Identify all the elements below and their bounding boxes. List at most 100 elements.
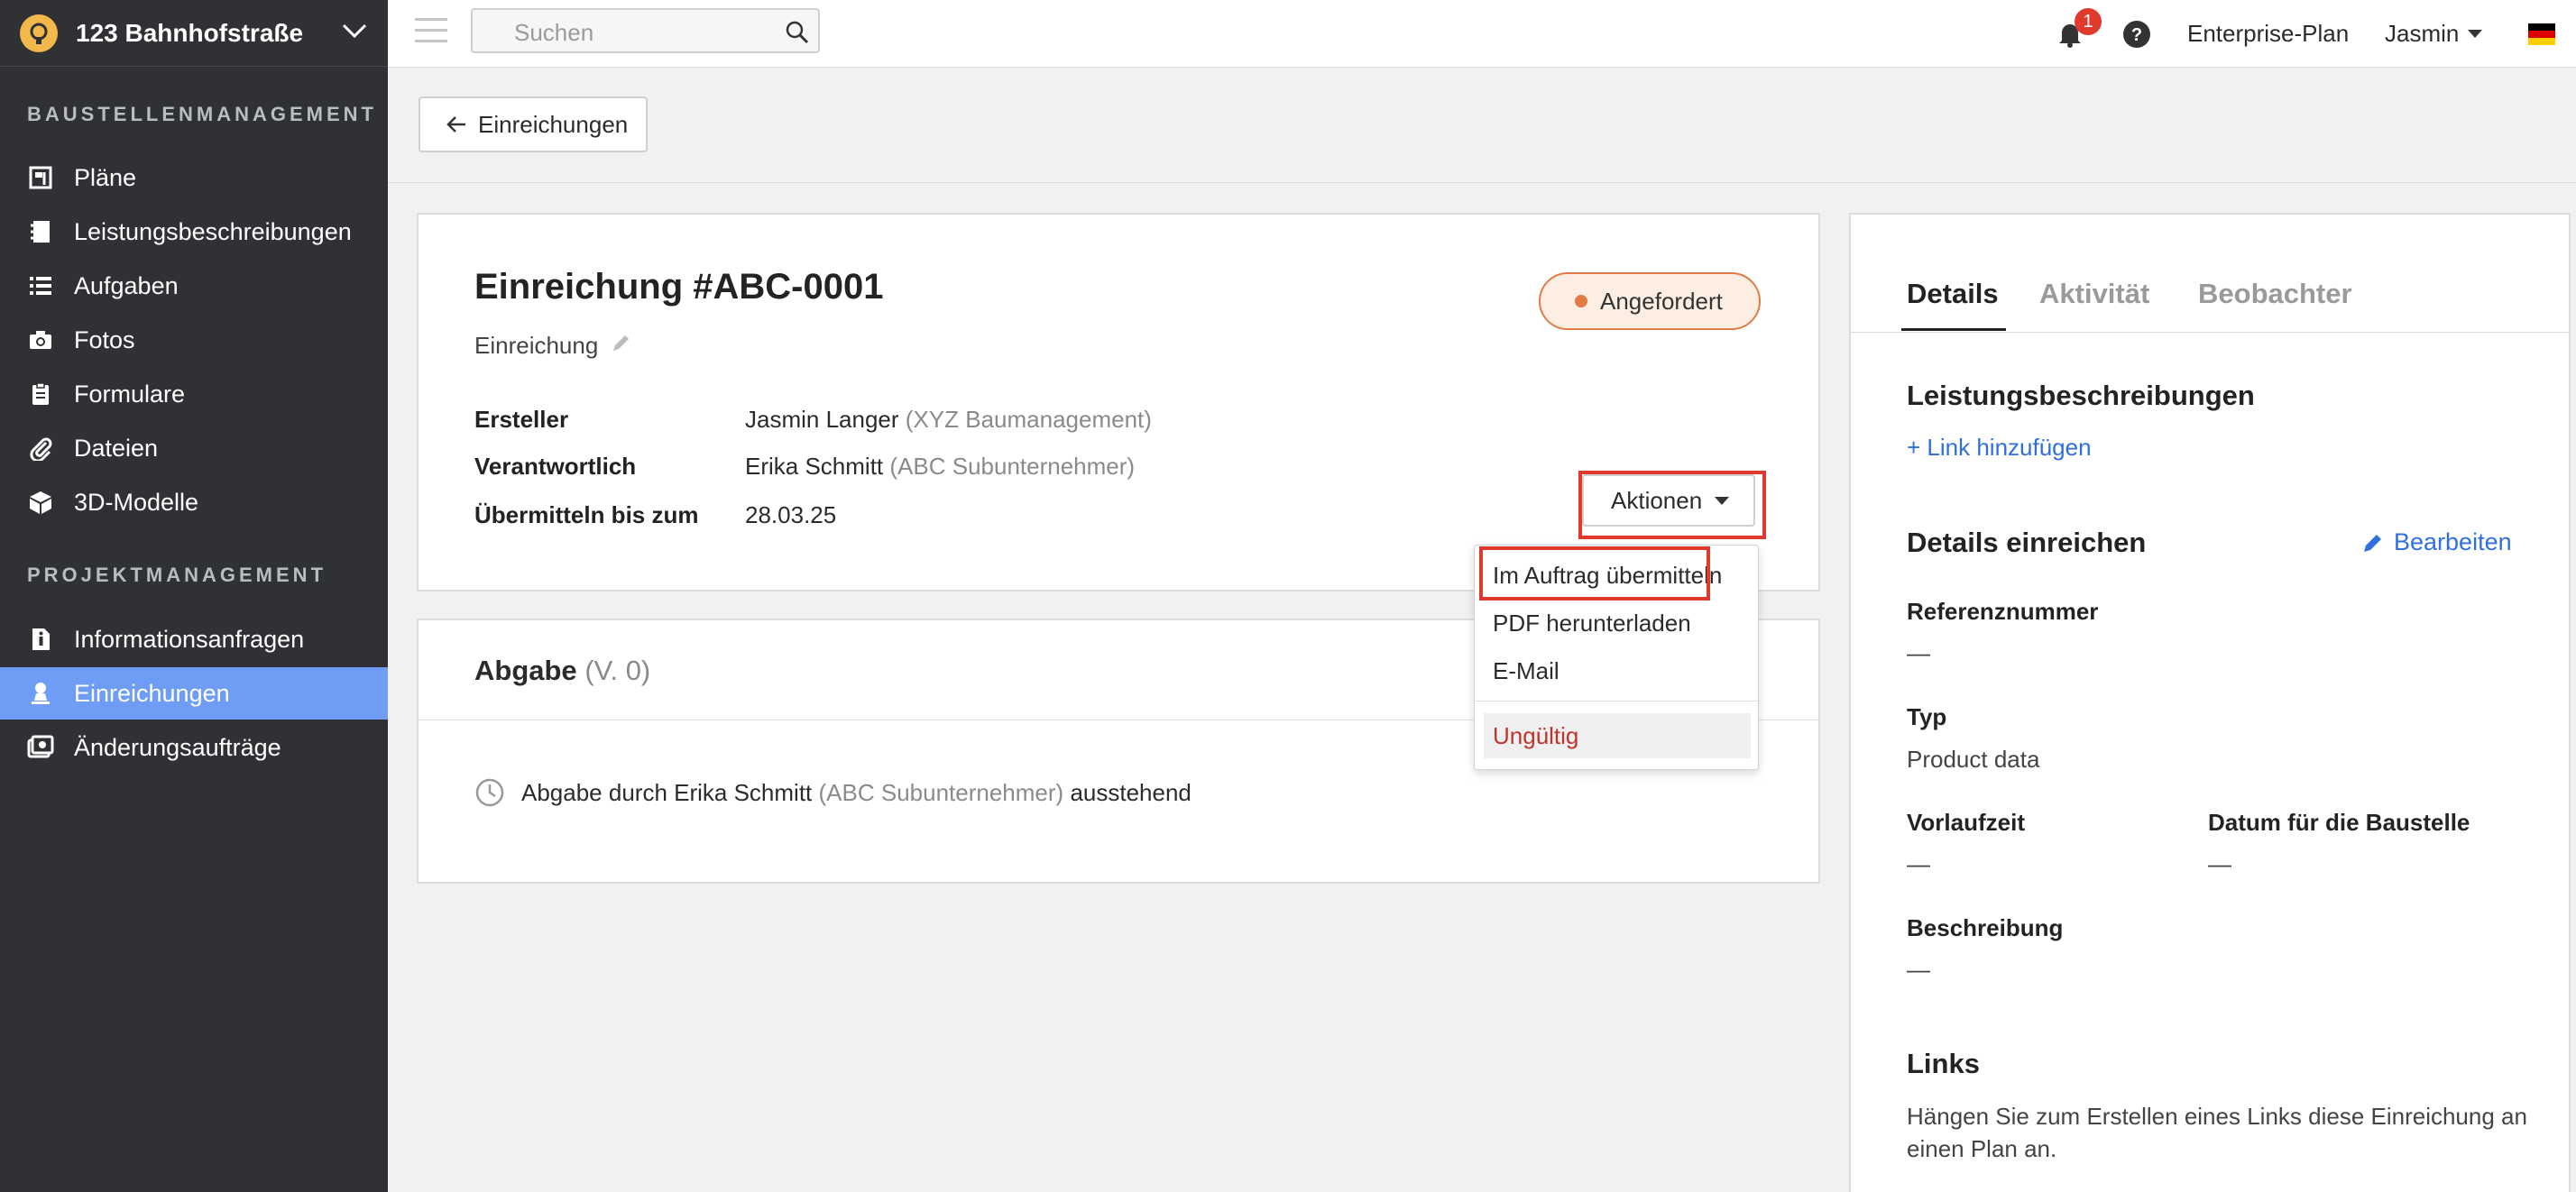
responsible-value: Erika Schmitt (ABC Subunternehmer): [745, 453, 1135, 481]
submit-highlight: [1479, 546, 1710, 601]
topbar: Suchen 1 ? Enterprise-Plan Jasmin: [388, 0, 2576, 68]
actions-highlight: [1578, 471, 1766, 539]
tab-watchers[interactable]: Beobachter: [2198, 278, 2352, 310]
section-heading-project: PROJEKTMANAGEMENT: [27, 564, 327, 586]
creator-label: Ersteller: [474, 406, 569, 433]
delivery-heading: Abgabe (V. 0): [474, 655, 650, 687]
notification-badge: 1: [2075, 8, 2102, 35]
tab-activity[interactable]: Aktivität: [2039, 278, 2149, 310]
plans-icon: [25, 162, 56, 193]
responsible-name: Erika Schmitt: [745, 453, 884, 480]
delivery-version: (V. 0): [584, 655, 651, 686]
clock-icon: [474, 777, 505, 808]
responsible-label: Verantwortlich: [474, 453, 637, 480]
sidebar-item-rfis[interactable]: Informationsanfragen: [0, 613, 388, 665]
pencil-icon[interactable]: [611, 332, 632, 360]
sidebar-item-photos[interactable]: Fotos: [0, 314, 388, 366]
cube-icon: [25, 487, 56, 518]
chevron-down-icon[interactable]: [341, 22, 368, 44]
tab-details[interactable]: Details: [1907, 278, 1999, 310]
delivery-status-prefix: Abgabe durch Erika Schmitt: [521, 778, 813, 806]
sidebar-item-specifications[interactable]: Leistungsbeschreibungen: [0, 206, 388, 258]
sidebar-item-label: Pläne: [74, 163, 137, 191]
sidebar-item-label: Fotos: [74, 326, 135, 353]
site-date-label: Datum für die Baustelle: [2208, 809, 2470, 836]
search-icon[interactable]: [784, 19, 811, 50]
creator-value: Jasmin Langer (XYZ Baumanagement): [745, 406, 1152, 434]
active-tab-indicator: [1901, 328, 2006, 331]
menu-item-email[interactable]: E-Mail: [1493, 657, 1559, 685]
status-badge: Angefordert: [1539, 272, 1761, 330]
back-bar: Einreichungen: [388, 68, 2576, 183]
pencil-icon: [2361, 531, 2385, 555]
sidebar-item-change-orders[interactable]: Änderungsaufträge: [0, 721, 388, 774]
back-button-label: Einreichungen: [478, 110, 629, 138]
sidebar-item-label: Leistungsbeschreibungen: [74, 217, 352, 245]
info-document-icon: [25, 624, 56, 655]
edit-label: Bearbeiten: [2394, 528, 2512, 555]
caret-down-icon: [2468, 30, 2483, 38]
due-label: Übermitteln bis zum: [474, 501, 699, 528]
user-name: Jasmin: [2385, 20, 2460, 47]
tabs-divider: [1851, 332, 2569, 333]
submit-details-heading: Details einreichen: [1907, 527, 2147, 558]
site-date-value: —: [2208, 850, 2231, 877]
sidebar-item-label: Dateien: [74, 434, 159, 462]
search-input[interactable]: Suchen: [471, 8, 820, 53]
arrow-left-icon: [446, 116, 465, 133]
creator-company: (XYZ Baumanagement): [905, 406, 1152, 433]
person-stamp-icon: [25, 678, 56, 709]
sidebar-item-label: Einreichungen: [74, 679, 230, 707]
type-value: Product data: [1907, 746, 2040, 773]
lead-time-label: Vorlaufzeit: [1907, 809, 2025, 836]
sidebar-item-submittals[interactable]: Einreichungen: [0, 667, 388, 720]
sidebar-item-forms[interactable]: Formulare: [0, 368, 388, 420]
creator-name: Jasmin Langer: [745, 406, 899, 433]
links-text-line-2: einen Plan an.: [1907, 1135, 2057, 1162]
responsible-company: (ABC Subunternehmer): [889, 453, 1136, 480]
edit-button[interactable]: Bearbeiten: [2361, 528, 2512, 556]
reference-value: —: [1907, 639, 1930, 666]
project-logo-icon: [20, 14, 58, 52]
paperclip-icon: [25, 433, 56, 463]
menu-item-download-pdf[interactable]: PDF herunterladen: [1493, 610, 1691, 637]
section-heading-site: BAUSTELLENMANAGEMENT: [27, 103, 377, 125]
submission-subtitle: Einreichung: [474, 332, 632, 360]
due-date: 28.03.25: [745, 501, 837, 528]
status-label: Angefordert: [1600, 287, 1723, 315]
submission-type: Einreichung: [474, 332, 599, 359]
sidebar: 123 Bahnhofstraße BAUSTELLENMANAGEMENT P…: [0, 0, 388, 1192]
status-dot: [1575, 295, 1587, 307]
project-name: 123 Bahnhofstraße: [76, 18, 304, 47]
language-flag-icon[interactable]: [2528, 0, 2555, 68]
links-text-line-1: Hängen Sie zum Erstellen eines Links die…: [1907, 1103, 2527, 1130]
help-icon[interactable]: ?: [2121, 0, 2152, 68]
menu-icon[interactable]: [415, 18, 447, 45]
user-menu[interactable]: Jasmin: [2385, 0, 2483, 68]
sidebar-item-label: 3D-Modelle: [74, 488, 199, 516]
notebook-icon: [25, 216, 56, 247]
sidebar-item-plans[interactable]: Pläne: [0, 151, 388, 204]
delivery-status-company: (ABC Subunternehmer): [818, 778, 1064, 806]
page-title: Einreichung #ABC-0001: [474, 267, 884, 307]
sidebar-item-label: Änderungsaufträge: [74, 733, 281, 761]
description-value: —: [1907, 956, 1930, 983]
menu-item-invalid[interactable]: Ungültig: [1484, 713, 1751, 758]
reference-label: Referenznummer: [1907, 598, 2099, 625]
delivery-title: Abgabe: [474, 655, 577, 686]
sidebar-item-label: Aufgaben: [74, 271, 179, 299]
details-panel: [1849, 213, 2571, 1192]
sidebar-item-files[interactable]: Dateien: [0, 422, 388, 474]
type-label: Typ: [1907, 703, 1947, 730]
project-switcher[interactable]: 123 Bahnhofstraße: [0, 0, 388, 67]
description-label: Beschreibung: [1907, 914, 2064, 941]
add-link-button[interactable]: + Link hinzufügen: [1907, 434, 2092, 462]
sidebar-item-tasks[interactable]: Aufgaben: [0, 260, 388, 312]
list-icon: [25, 270, 56, 301]
sidebar-item-label: Formulare: [74, 380, 186, 408]
clipboard-icon: [25, 379, 56, 409]
back-button[interactable]: Einreichungen: [419, 96, 648, 152]
sidebar-item-3d-models[interactable]: 3D-Modelle: [0, 476, 388, 528]
notifications-button[interactable]: 1: [2055, 0, 2102, 68]
plan-label[interactable]: Enterprise-Plan: [2187, 0, 2349, 68]
